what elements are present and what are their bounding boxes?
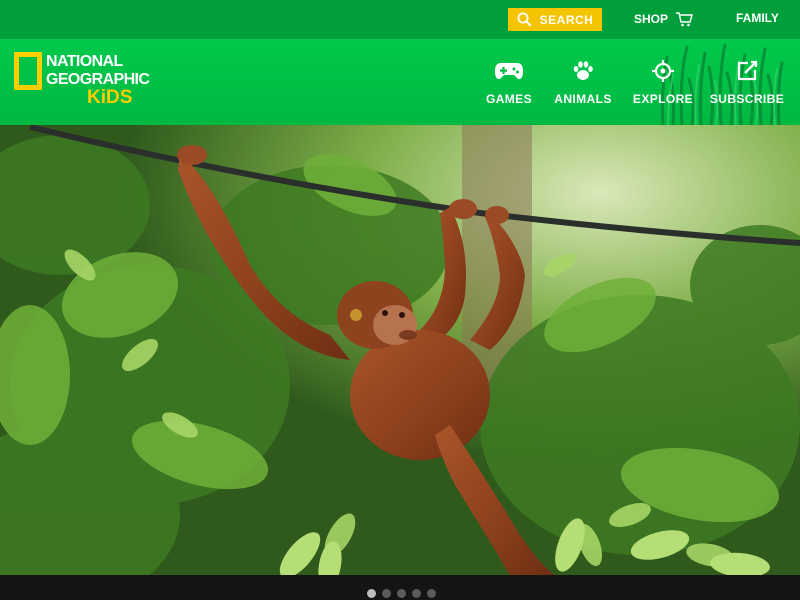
nav-explore-label: EXPLORE	[632, 92, 694, 106]
utility-bar: SEARCH SHOP FAMILY	[0, 0, 800, 39]
gamepad-icon	[495, 63, 523, 80]
carousel-dot[interactable]	[397, 589, 406, 598]
edit-icon	[737, 60, 758, 81]
logo-line-national: NATIONAL	[46, 53, 123, 70]
logo-line-geographic: GEOGRAPHIC	[46, 71, 150, 88]
natgeo-kids-logo[interactable]: NATIONAL GEOGRAPHIC KiDS	[14, 52, 150, 112]
nav-games[interactable]: GAMES	[485, 39, 533, 125]
yellow-border-icon	[14, 52, 42, 90]
carousel-dot[interactable]	[427, 589, 436, 598]
nav-subscribe[interactable]: SUBSCRIBE	[709, 39, 785, 125]
carousel-dot[interactable]	[412, 589, 421, 598]
hero-image[interactable]	[0, 125, 800, 575]
family-link[interactable]: FAMILY	[736, 11, 779, 25]
carousel-dot[interactable]	[367, 589, 376, 598]
search-button[interactable]: SEARCH	[508, 8, 602, 31]
nav-subscribe-label: SUBSCRIBE	[709, 92, 785, 106]
nav-animals-label: ANIMALS	[554, 92, 612, 106]
carousel-dots	[367, 589, 436, 598]
nav-animals[interactable]: ANIMALS	[553, 39, 613, 125]
shop-label: SHOP	[634, 12, 669, 26]
nav-explore[interactable]: EXPLORE	[632, 39, 694, 125]
search-icon	[517, 12, 532, 27]
crosshair-icon	[652, 60, 674, 82]
cart-icon	[676, 12, 693, 27]
carousel-dot[interactable]	[382, 589, 391, 598]
main-header: NATIONAL GEOGRAPHIC KiDS GAMES ANIMALS E…	[0, 39, 800, 125]
orangutan-hero-illustration	[0, 125, 800, 575]
paw-icon	[573, 61, 593, 80]
shop-link[interactable]: SHOP	[634, 11, 693, 27]
nav-games-label: GAMES	[485, 92, 532, 106]
search-label: SEARCH	[539, 12, 594, 27]
logo-line-kids: KiDS	[87, 87, 133, 108]
